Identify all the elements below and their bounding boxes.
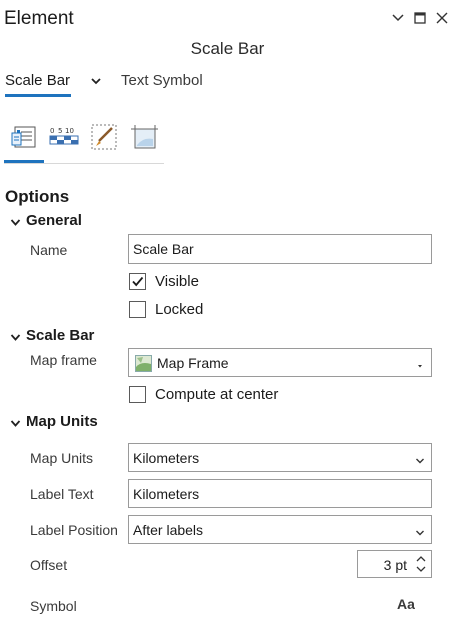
offset-value: 3 pt	[383, 557, 407, 573]
visible-label: Visible	[155, 273, 199, 290]
scale-bar-section-label: Scale Bar	[26, 327, 95, 344]
offset-label: Offset	[30, 557, 68, 573]
locked-checkbox-row[interactable]: Locked	[129, 301, 203, 318]
tab-scale-bar[interactable]: Scale Bar	[5, 72, 71, 97]
tab-text-symbol[interactable]: Text Symbol	[121, 72, 203, 89]
display-tab-icon[interactable]	[126, 120, 162, 154]
map-frame-label: Map frame	[30, 352, 97, 368]
label-position-select[interactable]: After labels	[128, 515, 432, 544]
chevron-down-icon	[415, 453, 425, 464]
name-field[interactable]: Scale Bar	[128, 234, 432, 264]
scale-bar-section-header[interactable]: Scale Bar	[10, 327, 94, 344]
map-units-value: Kilometers	[133, 450, 200, 466]
svg-text:5: 5	[58, 127, 62, 135]
maximize-icon[interactable]	[413, 10, 427, 26]
symbol-tab-icon[interactable]	[86, 120, 122, 154]
compute-center-checkbox[interactable]	[129, 386, 146, 403]
compute-center-checkbox-row[interactable]: Compute at center	[129, 386, 278, 403]
visible-checkbox[interactable]	[129, 273, 146, 290]
scale-bar-properties-tab-icon[interactable]: 0 5 10	[46, 120, 82, 154]
general-section-label: General	[26, 212, 82, 229]
map-frame-value: Map Frame	[157, 355, 229, 371]
element-type-tabs: Scale Bar Text Symbol	[0, 70, 455, 97]
map-units-label: Map Units	[30, 450, 94, 466]
pane-controls	[391, 10, 449, 26]
visible-checkbox-row[interactable]: Visible	[129, 273, 199, 290]
compute-center-label: Compute at center	[155, 386, 279, 403]
chevron-down-icon	[10, 330, 21, 341]
options-tab-icon[interactable]	[4, 120, 44, 163]
symbol-label: Symbol	[30, 598, 77, 614]
label-text-label: Label Text	[30, 486, 94, 502]
dropdown-caret-icon	[415, 358, 425, 368]
chevron-down-icon	[415, 525, 425, 536]
map-frame-icon	[135, 355, 152, 375]
locked-checkbox[interactable]	[129, 301, 146, 318]
svg-text:0: 0	[50, 127, 54, 135]
chevron-down-icon	[10, 215, 21, 226]
map-frame-select[interactable]: Map Frame	[128, 348, 432, 377]
offset-spinner-icon[interactable]	[414, 553, 428, 575]
label-position-label: Label Position	[30, 522, 118, 538]
map-units-section-label: Map Units	[26, 413, 98, 430]
svg-text:10: 10	[65, 127, 74, 135]
options-title: Options	[5, 187, 70, 206]
pane-options-chevron-icon[interactable]	[391, 10, 405, 26]
text-symbol-icon[interactable]: Aa	[397, 596, 415, 612]
pane-title: Element	[4, 8, 74, 29]
element-name-title: Scale Bar	[190, 39, 265, 58]
label-position-value: After labels	[133, 522, 204, 538]
property-icon-tabs: 0 5 10	[4, 120, 164, 164]
chevron-down-icon[interactable]	[89, 74, 103, 90]
map-units-section-header[interactable]: Map Units	[10, 413, 98, 430]
general-section-header[interactable]: General	[10, 212, 82, 229]
map-units-select[interactable]: Kilometers	[128, 443, 432, 472]
label-text-field[interactable]: Kilometers	[128, 479, 432, 508]
chevron-down-icon	[10, 416, 21, 427]
pane-header: Element	[0, 0, 455, 38]
name-label: Name	[30, 242, 68, 258]
locked-label: Locked	[155, 301, 204, 318]
close-icon[interactable]	[435, 10, 449, 26]
offset-input[interactable]: 3 pt	[357, 550, 432, 578]
